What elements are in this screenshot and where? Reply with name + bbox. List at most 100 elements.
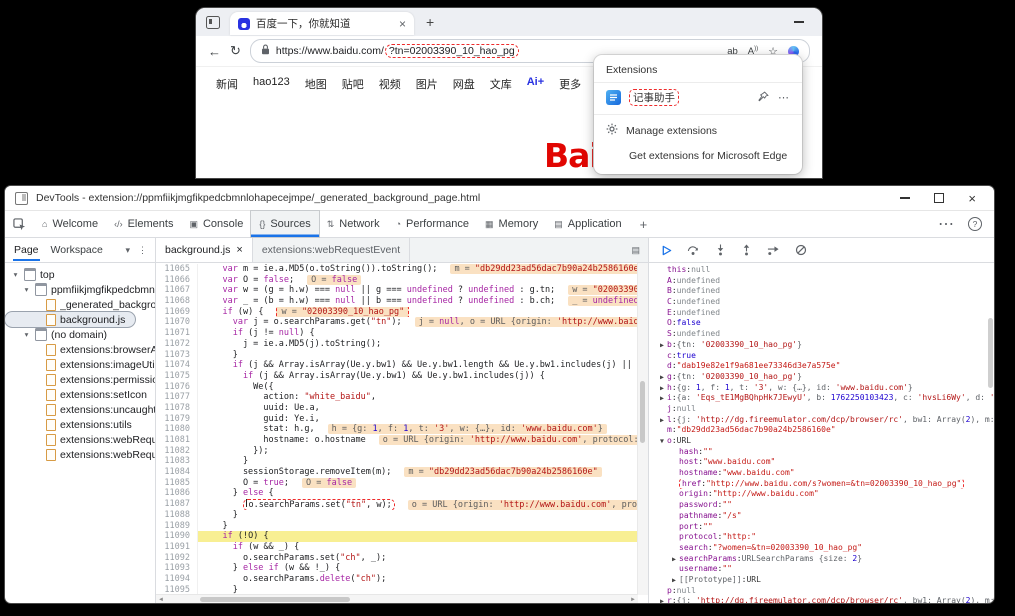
line-number[interactable]: 11092 (156, 553, 198, 564)
scope-row[interactable]: this: null (649, 265, 994, 276)
line-number[interactable]: 11090 (156, 531, 198, 542)
tab-workspace[interactable]: Workspace (50, 239, 104, 261)
scope-row[interactable]: A: undefined (649, 276, 994, 287)
baidu-nav-link[interactable]: 贴吧 (342, 76, 364, 92)
close-icon[interactable]: × (968, 192, 976, 205)
code-line[interactable]: 11068 var _ = (b = h.w) === null || b ==… (156, 296, 648, 307)
line-number[interactable]: 11081 (156, 435, 198, 446)
tree-item[interactable]: extensions:uncaught_ex... (5, 402, 155, 417)
scope-row[interactable]: password: "" (649, 500, 994, 511)
code-line[interactable]: 11073 } (156, 350, 648, 361)
scope-scroll-thumb[interactable] (988, 318, 993, 388)
code-line[interactable]: 11085 O = true;O = false (156, 478, 648, 489)
scroll-right-icon[interactable]: ► (628, 597, 638, 603)
scope-row[interactable]: B: undefined (649, 286, 994, 297)
baidu-nav-link[interactable]: 视频 (379, 76, 401, 92)
scope-row[interactable]: hash: "" (649, 447, 994, 458)
code-line[interactable]: 11078 uuid: Ue.a, (156, 403, 648, 414)
line-number[interactable]: 11066 (156, 275, 198, 286)
scope-row[interactable]: ▶i: {a: 'Eqs_tE1MgBQhpHk7JEwyU', b: 1762… (649, 393, 994, 404)
line-number[interactable]: 11070 (156, 317, 198, 328)
baidu-nav-link[interactable]: 图片 (416, 76, 438, 92)
tree-item[interactable]: extensions:utils (5, 417, 155, 432)
tab-sources[interactable]: {}Sources (251, 211, 318, 237)
expander-icon[interactable]: ▾ (22, 285, 31, 294)
tree-item[interactable]: extensions:imageUtil (5, 357, 155, 372)
code-line[interactable]: 11088 } (156, 510, 648, 521)
expander-icon[interactable]: ▾ (11, 270, 20, 279)
expand-icon[interactable]: ▶ (669, 554, 679, 565)
scope-row[interactable]: ▶b: {tn: '02003390_10_hao_pg'} (649, 340, 994, 351)
scope-row[interactable]: ▶searchParams: URLSearchParams {size: 2} (649, 554, 994, 565)
baidu-nav-link[interactable]: 地图 (305, 76, 327, 92)
tree-item[interactable]: extensions:browserAction (5, 342, 155, 357)
code-line[interactable]: 11067 var w = (g = h.w) === null || g ==… (156, 285, 648, 296)
code-line[interactable]: 11087 o.searchParams.set("tn", w);o = UR… (156, 499, 648, 510)
tree-item[interactable]: extensions:webRequest... (5, 447, 155, 462)
help-icon[interactable]: ? (968, 217, 982, 231)
more-options-icon[interactable]: ⋯ (778, 91, 790, 104)
scope-row[interactable]: ▼o: URL (649, 436, 994, 447)
tab-close-icon[interactable]: × (399, 18, 406, 30)
maximize-icon[interactable] (934, 193, 944, 203)
line-number[interactable]: 11083 (156, 456, 198, 467)
tab-actions-icon[interactable] (206, 16, 220, 29)
line-number[interactable]: 11069 (156, 307, 198, 318)
resume-icon[interactable] (661, 245, 672, 256)
line-number[interactable]: 11084 (156, 467, 198, 478)
line-number[interactable]: 11091 (156, 542, 198, 553)
minimize-icon[interactable] (900, 197, 910, 199)
code-line[interactable]: 11083 } (156, 456, 648, 467)
scope-row[interactable]: d: "dab19e82e1f9a681ee73346d3e7a575e" (649, 361, 994, 372)
scope-row[interactable]: port: "" (649, 522, 994, 533)
editor-tab[interactable]: background.js× (156, 238, 253, 262)
collapse-icon[interactable]: ▼ (657, 436, 667, 447)
code-line[interactable]: 11077 action: "white_baidu", (156, 392, 648, 403)
editor-overflow-icon[interactable]: ▤ (631, 245, 648, 256)
code-line[interactable]: 11074 if (j && Array.isArray(Ue.y.bw1) &… (156, 360, 648, 371)
line-number[interactable]: 11078 (156, 403, 198, 414)
baidu-nav-link[interactable]: Ai+ (527, 76, 544, 92)
line-number[interactable]: 11077 (156, 392, 198, 403)
scope-row[interactable]: ▶g: {tn: '02003390_10_hao_pg'} (649, 372, 994, 383)
code-line[interactable]: 11080 stat: h.g,h = {g: 1, f: 1, t: '3',… (156, 424, 648, 435)
scope-row[interactable]: C: undefined (649, 297, 994, 308)
line-number[interactable]: 11093 (156, 563, 198, 574)
inspect-icon[interactable] (13, 218, 26, 231)
line-number[interactable]: 11087 (156, 499, 198, 510)
line-number[interactable]: 11076 (156, 382, 198, 393)
tree-item[interactable]: _generated_background... (5, 297, 155, 312)
line-number[interactable]: 11065 (156, 264, 198, 275)
scope-row[interactable]: protocol: "http:" (649, 532, 994, 543)
code-line[interactable]: 11094 o.searchParams.delete("ch"); (156, 574, 648, 585)
line-number[interactable]: 11074 (156, 360, 198, 371)
tree-item[interactable]: extensions:webRequest (5, 432, 155, 447)
baidu-nav-link[interactable]: 文库 (490, 76, 512, 92)
tab-network[interactable]: ⇅Network (319, 211, 388, 237)
code-line[interactable]: 11076 We({ (156, 382, 648, 393)
code-line[interactable]: 11084 sessionStorage.removeItem(m);m = "… (156, 467, 648, 478)
line-number[interactable]: 11079 (156, 414, 198, 425)
back-icon[interactable]: ← (208, 44, 221, 59)
scope-row[interactable]: href: "http://www.baidu.com/s?women=&tn=… (649, 479, 994, 490)
step-over-icon[interactable] (687, 244, 700, 256)
tree-item[interactable]: background.js (5, 312, 135, 327)
tab-memory[interactable]: ▦Memory (477, 211, 546, 237)
tree-item[interactable]: ▾(no domain) (5, 327, 155, 342)
code-line[interactable]: 11091 if (w && _) { (156, 542, 648, 553)
scope-row[interactable]: host: "www.baidu.com" (649, 457, 994, 468)
horizontal-scrollbar[interactable]: ◄ ► (156, 594, 638, 603)
expand-icon[interactable]: ▶ (657, 415, 667, 426)
refresh-icon[interactable]: ↻ (230, 43, 241, 59)
baidu-nav-link[interactable]: hao123 (253, 76, 290, 92)
scope-row[interactable]: ▶r: {j: 'http://dg.fireemulator.com/dcp/… (649, 596, 994, 603)
chevron-down-icon[interactable]: ▾ (125, 245, 130, 256)
expander-icon[interactable]: ▾ (22, 330, 31, 339)
scope-row[interactable]: c: true (649, 351, 994, 362)
line-number[interactable]: 11080 (156, 424, 198, 435)
line-number[interactable]: 11094 (156, 574, 198, 585)
line-number[interactable]: 11082 (156, 446, 198, 457)
scope-row[interactable]: hostname: "www.baidu.com" (649, 468, 994, 479)
line-number[interactable]: 11072 (156, 339, 198, 350)
baidu-nav-link[interactable]: 新闻 (216, 76, 238, 92)
